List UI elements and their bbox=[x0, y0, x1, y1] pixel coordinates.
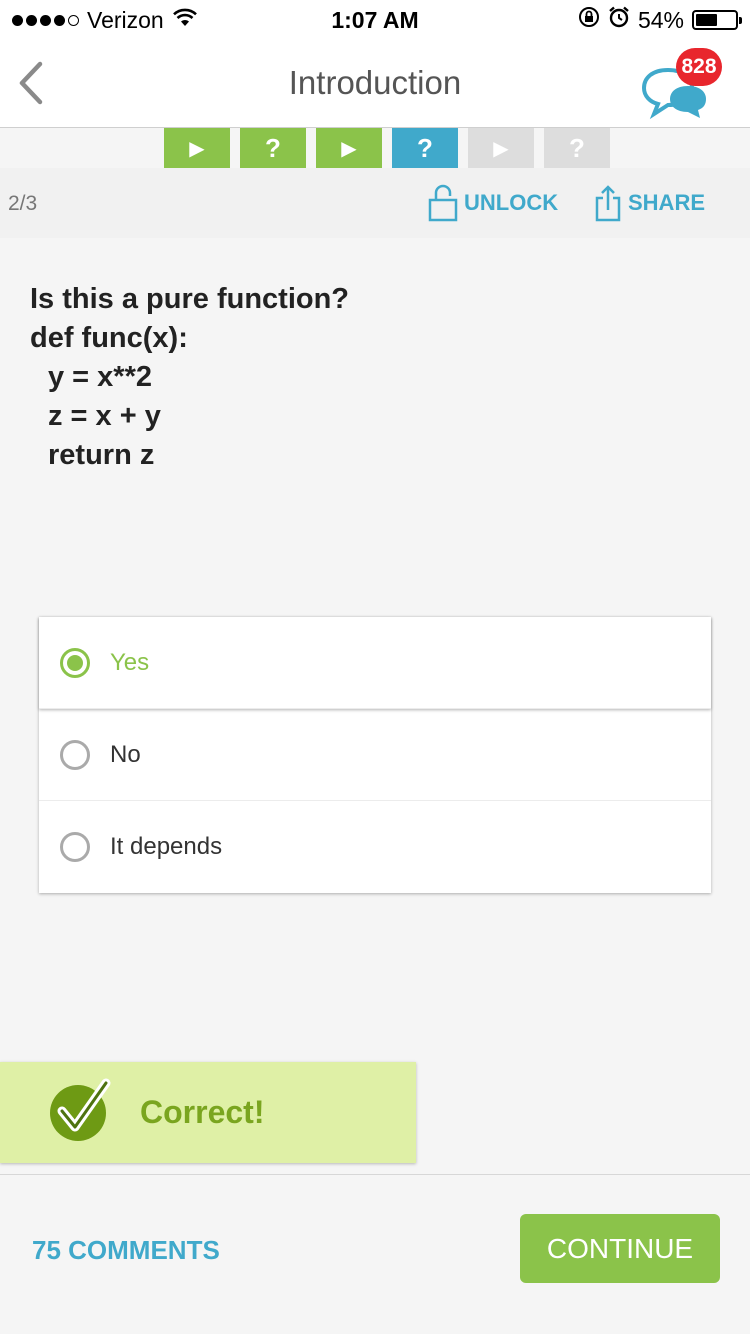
answer-option[interactable]: No bbox=[39, 709, 711, 801]
answer-option-label: It depends bbox=[110, 833, 223, 860]
step-video-3[interactable]: ▶ bbox=[316, 128, 382, 168]
feedback-banner: Correct! bbox=[0, 1062, 416, 1163]
code-line: y = x**2 bbox=[48, 361, 153, 393]
page-title: Introduction bbox=[288, 64, 462, 101]
share-icon bbox=[595, 185, 621, 222]
lesson-steps: ▶? ▶? ▶? bbox=[164, 128, 610, 168]
orientation-lock-icon bbox=[578, 6, 600, 34]
discussion-button[interactable]: 828 bbox=[640, 48, 722, 120]
step-video-5[interactable]: ▶ bbox=[468, 128, 534, 168]
status-bar: Verizon 1:07 AM 54% bbox=[0, 0, 750, 40]
code-line: return z bbox=[48, 439, 155, 471]
question-line: Is this a pure function? bbox=[30, 283, 350, 315]
status-right: 54% bbox=[578, 6, 742, 34]
share-label: SHARE bbox=[628, 190, 706, 215]
continue-button[interactable]: CONTINUE bbox=[520, 1214, 720, 1283]
radio-button[interactable] bbox=[60, 832, 90, 862]
step-video-1[interactable]: ▶ bbox=[164, 128, 230, 168]
radio-button[interactable] bbox=[60, 647, 90, 678]
battery-percent: 54% bbox=[637, 6, 684, 33]
radio-button[interactable] bbox=[60, 739, 90, 770]
bottom-bar: 75 COMMENTS CONTINUE bbox=[0, 1174, 750, 1334]
nav-bar: Introduction 828 bbox=[0, 40, 750, 128]
step-quiz-6[interactable]: ? bbox=[544, 128, 610, 168]
code-line: z = x + y bbox=[48, 400, 161, 432]
battery-fill bbox=[696, 14, 717, 26]
unlock-button[interactable]: UNLOCK bbox=[428, 184, 558, 222]
lock-icon bbox=[428, 184, 458, 222]
answer-option[interactable]: Yes bbox=[39, 617, 711, 709]
comments-link[interactable]: 75 COMMENTS bbox=[32, 1235, 220, 1266]
answer-option-label: No bbox=[110, 740, 141, 768]
feedback-text: Correct! bbox=[140, 1094, 265, 1130]
answer-option[interactable]: It depends bbox=[39, 801, 711, 893]
battery-icon bbox=[692, 10, 742, 30]
checkmark-icon bbox=[48, 1077, 114, 1148]
step-quiz-4[interactable]: ? bbox=[392, 128, 458, 168]
step-quiz-2[interactable]: ? bbox=[240, 128, 306, 168]
answer-options: Yes No It depends bbox=[39, 617, 711, 893]
question-text: Is this a pure function? def func(x): y … bbox=[30, 280, 349, 475]
answer-option-label: Yes bbox=[110, 648, 150, 676]
notification-badge: 828 bbox=[676, 48, 722, 86]
unlock-label: UNLOCK bbox=[464, 190, 559, 215]
lesson-toolbar: 2/3 UNLOCK SHARE bbox=[0, 168, 750, 238]
lesson-counter: 2/3 bbox=[8, 192, 38, 215]
alarm-icon bbox=[608, 6, 630, 34]
share-button[interactable]: SHARE bbox=[594, 184, 705, 222]
code-line: def func(x): bbox=[30, 322, 188, 354]
